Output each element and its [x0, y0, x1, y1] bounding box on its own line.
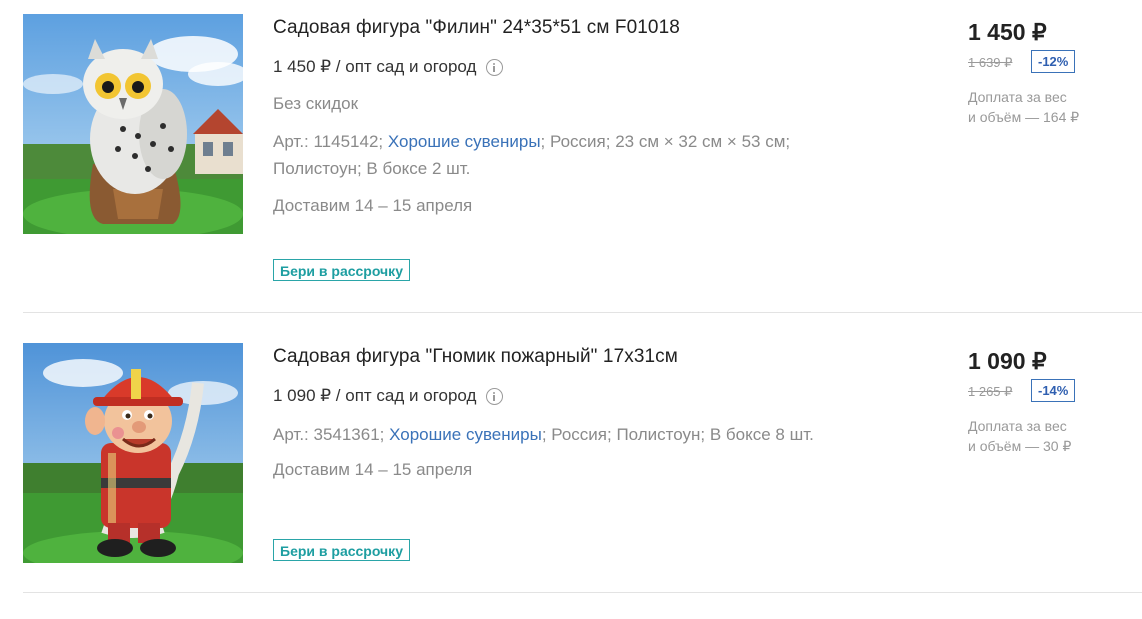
- wholesale-price-line: 1 090 ₽ / опт сад и огород: [273, 386, 504, 406]
- discount-badge: -14%: [1031, 379, 1076, 402]
- product-title[interactable]: Садовая фигура "Гномик пожарный" 17х31см: [273, 346, 678, 368]
- extra-fee-line1: Доплата за вес: [968, 89, 1067, 105]
- specs-text-line2: Полистоун; В боксе 2 шт.: [273, 159, 471, 178]
- info-icon[interactable]: [486, 58, 504, 76]
- product-image[interactable]: [23, 343, 243, 563]
- brand-link[interactable]: Хорошие сувениры: [389, 425, 542, 444]
- installment-button[interactable]: Бери в рассрочку: [273, 539, 410, 561]
- article-text: Арт.: 1145142;: [273, 132, 388, 151]
- specs-text: ; Россия; 23 см × 32 см × 53 см;: [540, 132, 791, 151]
- product-card: Садовая фигура "Филин" 24*35*51 см F0101…: [0, 0, 1142, 290]
- product-image[interactable]: [23, 14, 243, 234]
- wholesale-price-text: 1 450 ₽ / опт сад и огород: [273, 57, 477, 76]
- discount-badge: -12%: [1031, 50, 1076, 73]
- no-discount-label: Без скидок: [273, 94, 358, 113]
- extra-fee-line2: и объём — 30 ₽: [968, 438, 1072, 454]
- info-icon[interactable]: [486, 387, 504, 405]
- product-specs: Арт.: 3541361; Хорошие сувениры; Россия;…: [273, 421, 853, 448]
- wholesale-price-text: 1 090 ₽ / опт сад и огород: [273, 386, 477, 405]
- extra-fee-line2: и объём — 164 ₽: [968, 109, 1080, 125]
- product-card: Садовая фигура "Гномик пожарный" 17х31см…: [0, 329, 1142, 619]
- product-title[interactable]: Садовая фигура "Филин" 24*35*51 см F0101…: [273, 17, 680, 39]
- article-text: Арт.: 3541361;: [273, 425, 390, 444]
- divider: [23, 592, 1142, 593]
- owl-figurine-photo: [23, 14, 243, 234]
- brand-link[interactable]: Хорошие сувениры: [388, 132, 541, 151]
- delivery-info: Доставим 14 – 15 апреля: [273, 460, 473, 479]
- current-price: 1 450 ₽: [968, 19, 1047, 45]
- current-price: 1 090 ₽: [968, 348, 1047, 374]
- extra-fee-info: Доплата за вес и объём — 164 ₽: [968, 87, 1138, 127]
- old-price: 1 639 ₽: [968, 55, 1013, 70]
- old-price: 1 265 ₽: [968, 384, 1013, 399]
- specs-text: ; Россия; Полистоун; В боксе 8 шт.: [541, 425, 814, 444]
- divider: [23, 312, 1142, 313]
- product-list: Садовая фигура "Филин" 24*35*51 см F0101…: [0, 0, 1142, 596]
- delivery-info: Доставим 14 – 15 апреля: [273, 196, 473, 215]
- product-specs: Арт.: 1145142; Хорошие сувениры; Россия;…: [273, 128, 853, 182]
- extra-fee-line1: Доплата за вес: [968, 418, 1067, 434]
- fireman-gnome-figurine-photo: [23, 343, 243, 563]
- wholesale-price-line: 1 450 ₽ / опт сад и огород: [273, 57, 504, 77]
- extra-fee-info: Доплата за вес и объём — 30 ₽: [968, 416, 1138, 456]
- installment-button[interactable]: Бери в рассрочку: [273, 259, 410, 281]
